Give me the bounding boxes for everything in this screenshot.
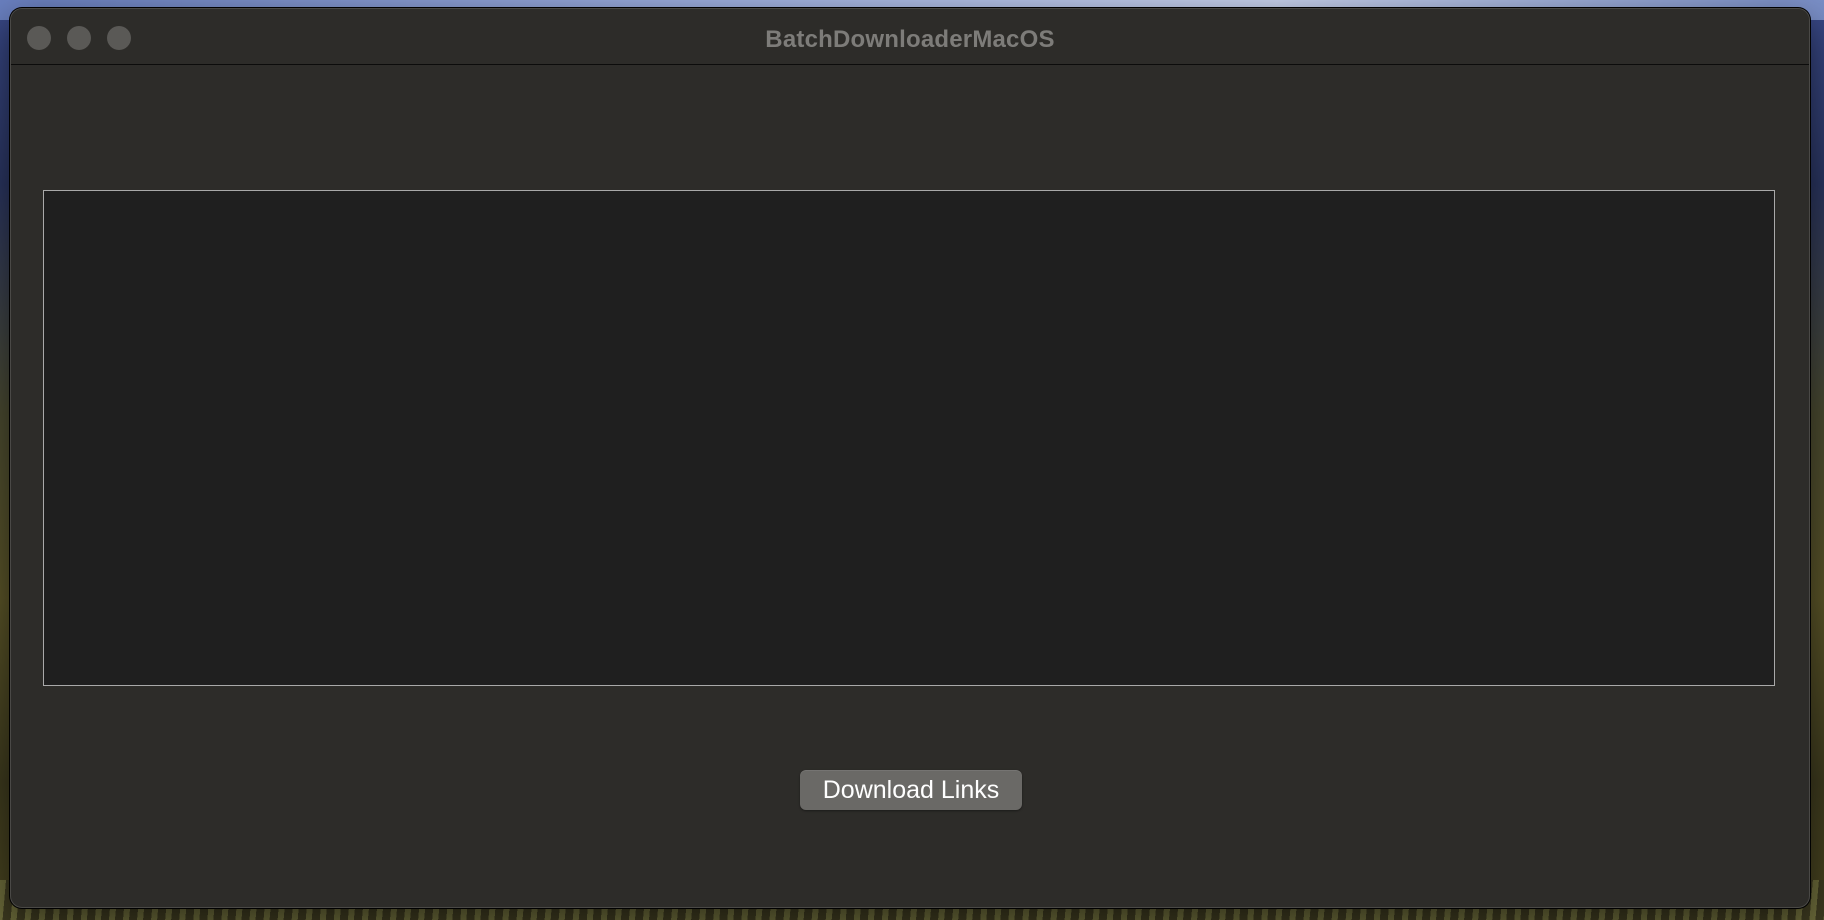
window-titlebar[interactable]: BatchDownloaderMacOS bbox=[11, 9, 1809, 65]
window-title: BatchDownloaderMacOS bbox=[765, 26, 1055, 53]
links-textarea[interactable] bbox=[43, 190, 1775, 686]
download-links-button[interactable]: Download Links bbox=[800, 770, 1022, 810]
app-window: BatchDownloaderMacOS Download Links bbox=[10, 8, 1810, 908]
